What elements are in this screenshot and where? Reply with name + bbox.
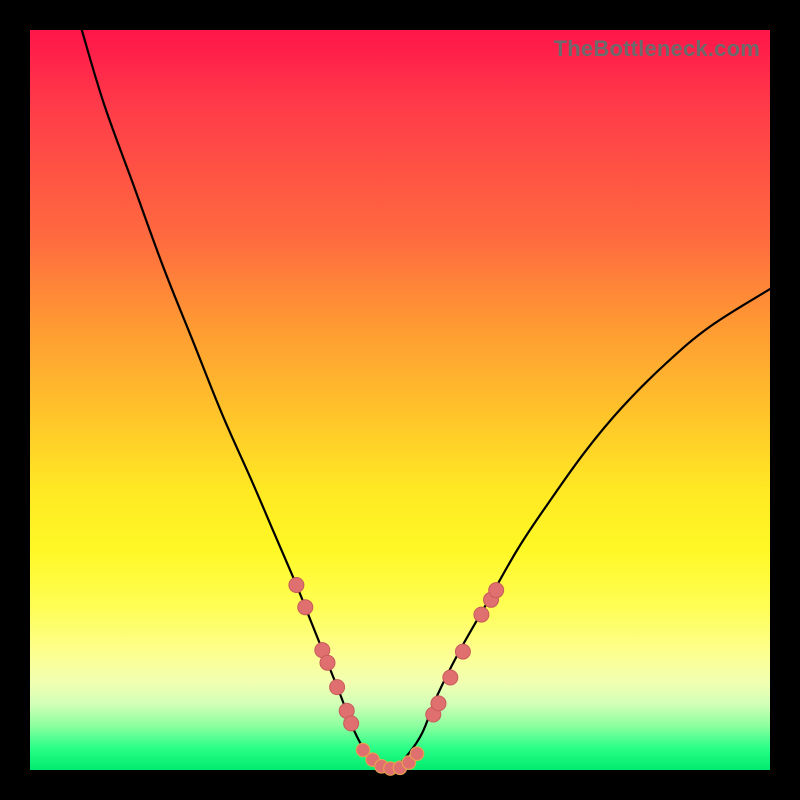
chart-marker (344, 716, 359, 731)
chart-marker (443, 670, 458, 685)
chart-marker (489, 583, 504, 598)
bottleneck-curve-path (82, 30, 770, 770)
chart-marker (431, 696, 446, 711)
chart-overlay-svg (30, 30, 770, 770)
chart-marker (455, 644, 470, 659)
chart-marker (298, 600, 313, 615)
chart-marker (289, 578, 304, 593)
chart-plot-area: TheBottleneck.com (30, 30, 770, 770)
chart-marker (320, 655, 335, 670)
chart-markers-group (289, 578, 504, 776)
chart-marker (474, 607, 489, 622)
chart-stage: TheBottleneck.com (0, 0, 800, 800)
chart-marker (330, 680, 345, 695)
chart-marker (410, 747, 424, 761)
